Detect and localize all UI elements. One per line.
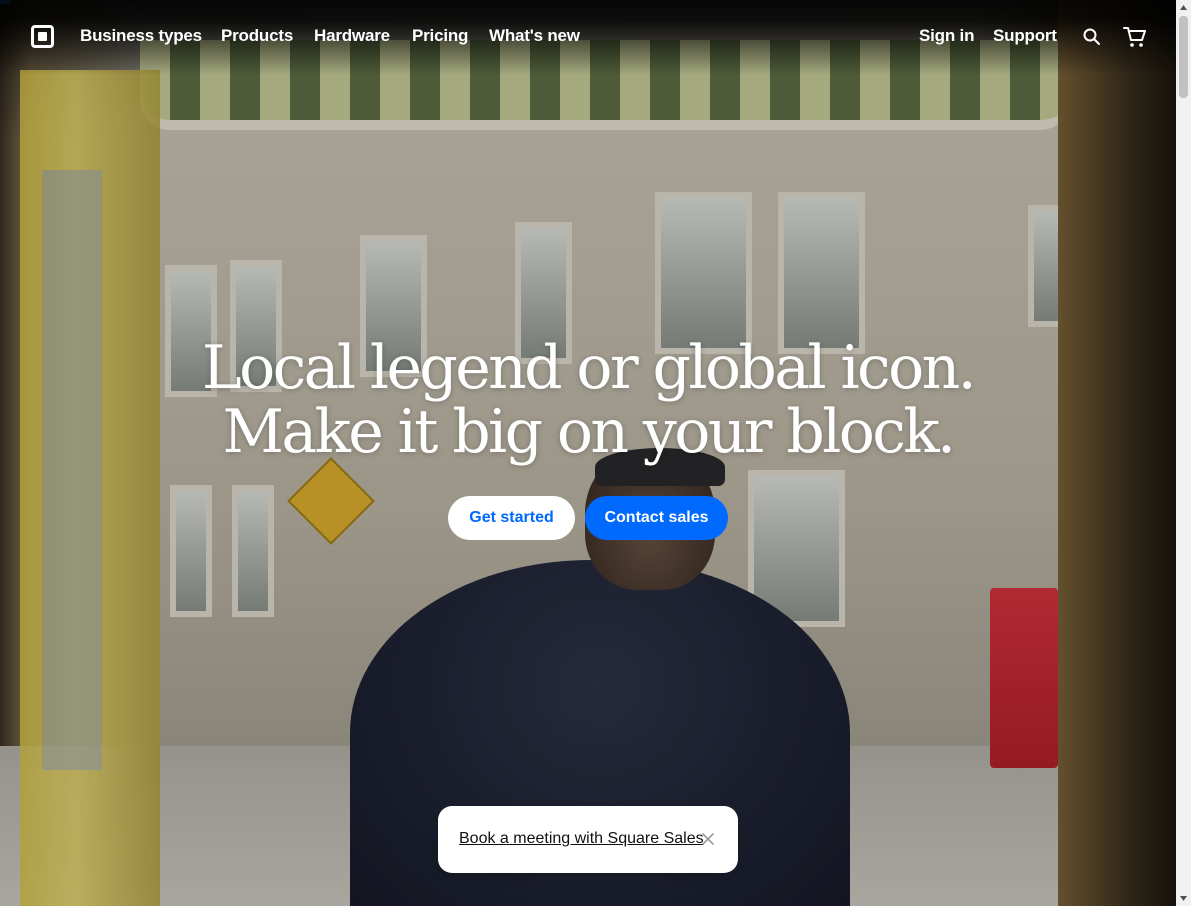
close-icon[interactable] [700, 831, 716, 847]
get-started-button[interactable]: Get started [448, 496, 575, 540]
contact-sales-button[interactable]: Contact sales [585, 496, 728, 540]
hero-headline-line-1: Local legend or global icon. [201, 333, 977, 403]
nav-link-pricing[interactable]: Pricing [412, 26, 468, 46]
page: Business types Products Hardware Pricing… [0, 0, 1191, 906]
sales-meeting-toast: Book a meeting with Square Sales [438, 806, 738, 873]
hero-headline: Local legend or global icon. Make it big… [0, 336, 1176, 464]
sign-in-link[interactable]: Sign in [919, 26, 974, 46]
square-logo-icon[interactable] [31, 25, 54, 48]
cart-icon[interactable] [1123, 26, 1147, 48]
support-link[interactable]: Support [993, 26, 1057, 46]
nav-link-whats-new[interactable]: What's new [489, 26, 580, 46]
scroll-down-arrow-icon[interactable] [1176, 891, 1191, 906]
book-meeting-link[interactable]: Book a meeting with Square Sales [459, 830, 704, 848]
scroll-up-arrow-icon[interactable] [1176, 0, 1191, 15]
scrollbar-thumb[interactable] [1179, 16, 1188, 98]
top-navigation: Business types Products Hardware Pricing… [0, 0, 1176, 75]
nav-link-business-types[interactable]: Business types [80, 26, 202, 46]
hero-headline-line-2: Make it big on your block. [222, 397, 956, 467]
vertical-scrollbar[interactable] [1176, 0, 1191, 906]
nav-link-hardware[interactable]: Hardware [314, 26, 390, 46]
nav-link-products[interactable]: Products [221, 26, 293, 46]
search-icon[interactable] [1082, 27, 1102, 47]
